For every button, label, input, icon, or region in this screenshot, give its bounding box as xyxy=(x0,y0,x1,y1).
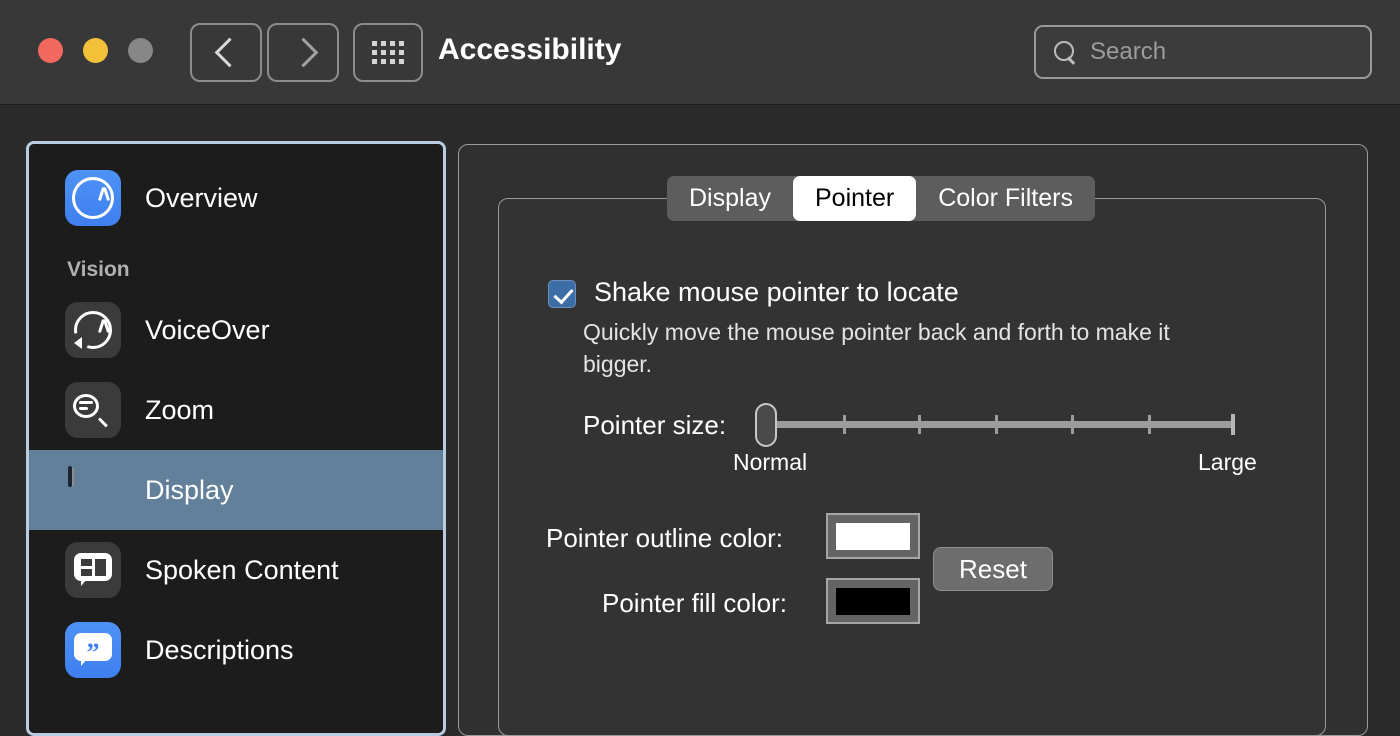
sidebar-group-vision: Vision xyxy=(29,238,443,290)
shake-pointer-checkbox-row[interactable]: Shake mouse pointer to locate xyxy=(548,277,959,308)
fill-color-swatch xyxy=(836,588,910,615)
outline-color-swatch xyxy=(836,523,910,550)
slider-track xyxy=(763,421,1235,428)
slider-tick xyxy=(843,415,846,434)
slider-tick xyxy=(1071,415,1074,434)
sidebar-item-label: Descriptions xyxy=(145,635,294,666)
slider-end-tick xyxy=(1231,414,1235,435)
sidebar-item-label: Overview xyxy=(145,183,258,214)
pointer-size-slider[interactable] xyxy=(755,403,1235,447)
display-monitor-icon xyxy=(65,462,121,518)
pointer-size-min-label: Normal xyxy=(733,449,807,476)
slider-tick xyxy=(995,415,998,434)
descriptions-quote-bubble-icon: ” xyxy=(65,622,121,678)
search-placeholder: Search xyxy=(1090,38,1166,66)
sidebar-item-label: Display xyxy=(145,475,234,506)
sidebar-item-overview[interactable]: Overview xyxy=(29,158,443,238)
sidebar-item-descriptions[interactable]: ” Descriptions xyxy=(29,610,443,690)
close-button[interactable] xyxy=(38,38,63,63)
forward-chevron-icon xyxy=(293,36,313,70)
pointer-size-max-label: Large xyxy=(1198,449,1257,476)
tab-color-filters[interactable]: Color Filters xyxy=(916,176,1095,221)
pointer-fill-color-label: Pointer fill color: xyxy=(602,588,787,619)
window-titlebar: Accessibility Search xyxy=(0,0,1400,105)
sidebar-item-voiceover[interactable]: VoiceOver xyxy=(29,290,443,370)
sidebar: Overview Vision VoiceOver xyxy=(26,141,446,736)
page-title: Accessibility xyxy=(438,33,621,67)
traffic-lights xyxy=(38,38,153,63)
accessibility-preferences-window: Accessibility Search xyxy=(0,0,1400,736)
forward-button[interactable] xyxy=(267,23,339,82)
show-all-grid-icon xyxy=(372,41,404,64)
sidebar-item-zoom[interactable]: Zoom xyxy=(29,370,443,450)
search-field[interactable]: Search xyxy=(1034,25,1372,79)
zoom-button[interactable] xyxy=(128,38,153,63)
sidebar-item-label: Spoken Content xyxy=(145,555,339,586)
slider-tick xyxy=(918,415,921,434)
shake-pointer-label: Shake mouse pointer to locate xyxy=(594,277,959,308)
shake-pointer-checkbox[interactable] xyxy=(548,280,576,308)
back-button[interactable] xyxy=(190,23,262,82)
reset-button[interactable]: Reset xyxy=(933,547,1053,591)
voiceover-icon xyxy=(65,302,121,358)
sidebar-item-spoken-content[interactable]: Spoken Content xyxy=(29,530,443,610)
tab-display[interactable]: Display xyxy=(667,176,793,221)
pointer-outline-color-well[interactable] xyxy=(826,513,920,559)
spoken-content-bubble-icon xyxy=(65,542,121,598)
show-all-button[interactable] xyxy=(353,23,423,82)
accessibility-person-icon xyxy=(65,170,121,226)
pointer-outline-color-label: Pointer outline color: xyxy=(546,523,783,554)
shake-pointer-help-text: Quickly move the mouse pointer back and … xyxy=(583,316,1223,380)
slider-tick xyxy=(1148,415,1151,434)
tab-pointer[interactable]: Pointer xyxy=(793,176,916,221)
sidebar-item-label: VoiceOver xyxy=(145,315,270,346)
back-chevron-icon xyxy=(216,36,236,70)
slider-thumb[interactable] xyxy=(755,403,777,447)
display-tab-bar: Display Pointer Color Filters xyxy=(667,176,1095,221)
search-icon xyxy=(1054,41,1076,63)
pointer-size-label: Pointer size: xyxy=(583,410,726,441)
zoom-magnifier-icon xyxy=(65,382,121,438)
pointer-fill-color-well[interactable] xyxy=(826,578,920,624)
sidebar-item-label: Zoom xyxy=(145,395,214,426)
minimize-button[interactable] xyxy=(83,38,108,63)
sidebar-item-display[interactable]: Display xyxy=(29,450,443,530)
